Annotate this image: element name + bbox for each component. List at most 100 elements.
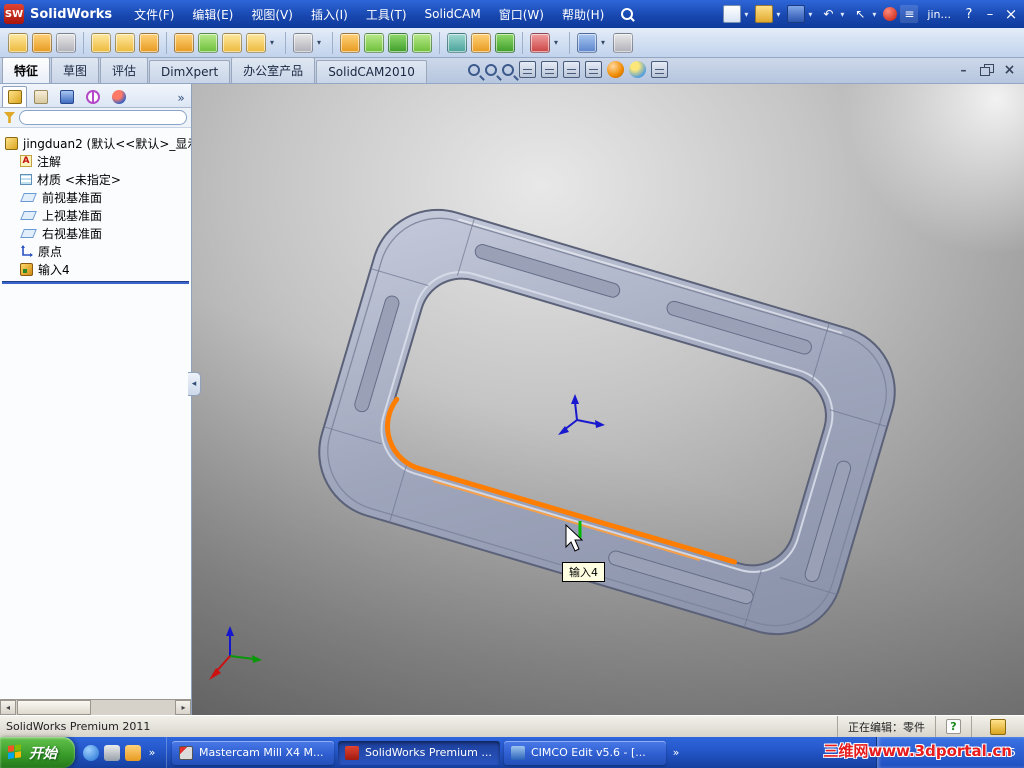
configurationmanager-tab[interactable] bbox=[54, 86, 79, 107]
std-toolbar-icon-2[interactable] bbox=[32, 33, 52, 53]
tree-root[interactable]: jingduan2 (默认<<默认>_显示 bbox=[0, 134, 191, 152]
std-toolbar-icon-3[interactable] bbox=[56, 33, 76, 53]
section-view-icon[interactable] bbox=[519, 61, 536, 78]
tab-sketch[interactable]: 草图 bbox=[51, 57, 99, 83]
undo-dropdown-icon[interactable] bbox=[840, 5, 848, 23]
status-help[interactable] bbox=[935, 716, 971, 737]
tab-office-products[interactable]: 办公室产品 bbox=[231, 57, 315, 83]
toolbar-dropdown-icon[interactable] bbox=[317, 33, 325, 53]
tab-dimxpert[interactable]: DimXpert bbox=[149, 60, 230, 83]
toolbar-dropdown-icon[interactable] bbox=[554, 33, 562, 53]
tree-item-right-plane[interactable]: 右视基准面 bbox=[0, 224, 191, 242]
scroll-left-icon[interactable] bbox=[0, 700, 16, 715]
previous-view-icon[interactable] bbox=[502, 64, 514, 76]
std-toolbar-icon-5[interactable] bbox=[115, 33, 135, 53]
view-orientation-icon[interactable] bbox=[541, 61, 558, 78]
graphics-area[interactable]: 输入4 bbox=[192, 84, 1024, 715]
start-button[interactable]: 开始 bbox=[0, 737, 75, 768]
std-toolbar-icon-6[interactable] bbox=[139, 33, 159, 53]
save-icon[interactable] bbox=[787, 5, 805, 23]
menu-edit[interactable]: 编辑(E) bbox=[184, 2, 241, 27]
std-toolbar-icon-1[interactable] bbox=[8, 33, 28, 53]
list-icon[interactable] bbox=[900, 5, 918, 23]
tab-evaluate[interactable]: 评估 bbox=[100, 57, 148, 83]
std-toolbar-icon-11[interactable] bbox=[293, 33, 313, 53]
search-icon[interactable] bbox=[620, 7, 635, 22]
doc-close-icon[interactable] bbox=[1001, 62, 1018, 77]
std-toolbar-icon-13[interactable] bbox=[364, 33, 384, 53]
toolbar-dropdown-icon[interactable] bbox=[270, 33, 278, 53]
quick-launch-browser-icon[interactable] bbox=[83, 745, 99, 761]
menu-help[interactable]: 帮助(H) bbox=[554, 2, 612, 27]
scroll-right-icon[interactable] bbox=[175, 700, 191, 715]
tree-item-front-plane[interactable]: 前视基准面 bbox=[0, 188, 191, 206]
tree-item-top-plane[interactable]: 上视基准面 bbox=[0, 206, 191, 224]
display-style-icon[interactable] bbox=[563, 61, 580, 78]
std-toolbar-icon-9[interactable] bbox=[222, 33, 242, 53]
quick-launch-desktop-icon[interactable] bbox=[104, 745, 120, 761]
tree-item-origin[interactable]: 原点 bbox=[0, 242, 191, 260]
hide-show-items-icon[interactable] bbox=[585, 61, 602, 78]
minimize-button[interactable] bbox=[981, 5, 999, 23]
propertymanager-tab[interactable] bbox=[28, 86, 53, 107]
select-dropdown-icon[interactable] bbox=[872, 5, 880, 23]
std-toolbar-icon-19[interactable] bbox=[530, 33, 550, 53]
task-mastercam[interactable]: Mastercam Mill X4 M... bbox=[172, 741, 334, 765]
std-toolbar-icon-17[interactable] bbox=[471, 33, 491, 53]
doc-restore-icon[interactable] bbox=[978, 62, 995, 77]
panel-collapse-arrow[interactable] bbox=[188, 372, 201, 396]
std-toolbar-icon-15[interactable] bbox=[412, 33, 432, 53]
menu-insert[interactable]: 插入(I) bbox=[303, 2, 356, 27]
quick-launch-app-icon[interactable] bbox=[125, 745, 141, 761]
task-cimco[interactable]: CIMCO Edit v5.6 - [... bbox=[504, 741, 666, 765]
tab-features[interactable]: 特征 bbox=[2, 57, 50, 83]
new-doc-dropdown-icon[interactable] bbox=[744, 5, 752, 23]
tree-item-imported4[interactable]: 输入4 bbox=[0, 260, 191, 278]
zoom-fit-icon[interactable] bbox=[468, 64, 480, 76]
select-pointer-icon[interactable] bbox=[851, 5, 869, 23]
std-toolbar-icon-10[interactable] bbox=[246, 33, 266, 53]
doc-minimize-icon[interactable] bbox=[955, 62, 972, 77]
std-toolbar-icon-8[interactable] bbox=[198, 33, 218, 53]
zoom-to-area-icon[interactable] bbox=[485, 64, 497, 76]
undo-icon[interactable] bbox=[819, 5, 837, 23]
std-toolbar-icon-21[interactable] bbox=[613, 33, 633, 53]
std-toolbar-icon-7[interactable] bbox=[174, 33, 194, 53]
std-toolbar-icon-4[interactable] bbox=[91, 33, 111, 53]
apply-scene-icon[interactable] bbox=[629, 61, 646, 78]
quick-launch-overflow-icon[interactable] bbox=[146, 745, 158, 761]
tab-solidcam2010[interactable]: SolidCAM2010 bbox=[316, 60, 427, 83]
menu-window[interactable]: 窗口(W) bbox=[491, 2, 552, 27]
close-button[interactable] bbox=[1002, 5, 1020, 23]
macro-record-icon[interactable] bbox=[883, 7, 897, 21]
std-toolbar-icon-12[interactable] bbox=[340, 33, 360, 53]
featuremanager-tab[interactable] bbox=[2, 86, 27, 107]
tree-item-material[interactable]: 材质 <未指定> bbox=[0, 170, 191, 188]
help-button[interactable] bbox=[960, 5, 978, 23]
task-solidworks[interactable]: SolidWorks Premium ... bbox=[338, 741, 500, 765]
open-doc-icon[interactable] bbox=[755, 5, 773, 23]
open-doc-dropdown-icon[interactable] bbox=[776, 5, 784, 23]
scrollbar-thumb[interactable] bbox=[17, 700, 91, 715]
std-toolbar-icon-14[interactable] bbox=[388, 33, 408, 53]
model-part[interactable] bbox=[303, 194, 911, 650]
edit-appearance-icon[interactable] bbox=[607, 61, 624, 78]
std-toolbar-icon-16[interactable] bbox=[447, 33, 467, 53]
toolbar-dropdown-icon[interactable] bbox=[601, 33, 609, 53]
menu-view[interactable]: 视图(V) bbox=[243, 2, 301, 27]
new-doc-icon[interactable] bbox=[723, 5, 741, 23]
displaymanager-tab[interactable] bbox=[106, 86, 131, 107]
status-tool[interactable] bbox=[971, 716, 1024, 737]
menu-solidcam[interactable]: SolidCAM bbox=[417, 3, 489, 25]
view-settings-icon[interactable] bbox=[651, 61, 668, 78]
tasks-overflow-icon[interactable] bbox=[670, 745, 682, 761]
menu-file[interactable]: 文件(F) bbox=[126, 2, 182, 27]
std-toolbar-icon-20[interactable] bbox=[577, 33, 597, 53]
save-dropdown-icon[interactable] bbox=[808, 5, 816, 23]
tree-item-annotations[interactable]: 注解 bbox=[0, 152, 191, 170]
menu-tools[interactable]: 工具(T) bbox=[358, 2, 415, 27]
std-toolbar-icon-18[interactable] bbox=[495, 33, 515, 53]
rollback-bar[interactable] bbox=[2, 281, 189, 284]
dimxpertmanager-tab[interactable] bbox=[80, 86, 105, 107]
panel-tabs-overflow-icon[interactable] bbox=[173, 89, 189, 107]
